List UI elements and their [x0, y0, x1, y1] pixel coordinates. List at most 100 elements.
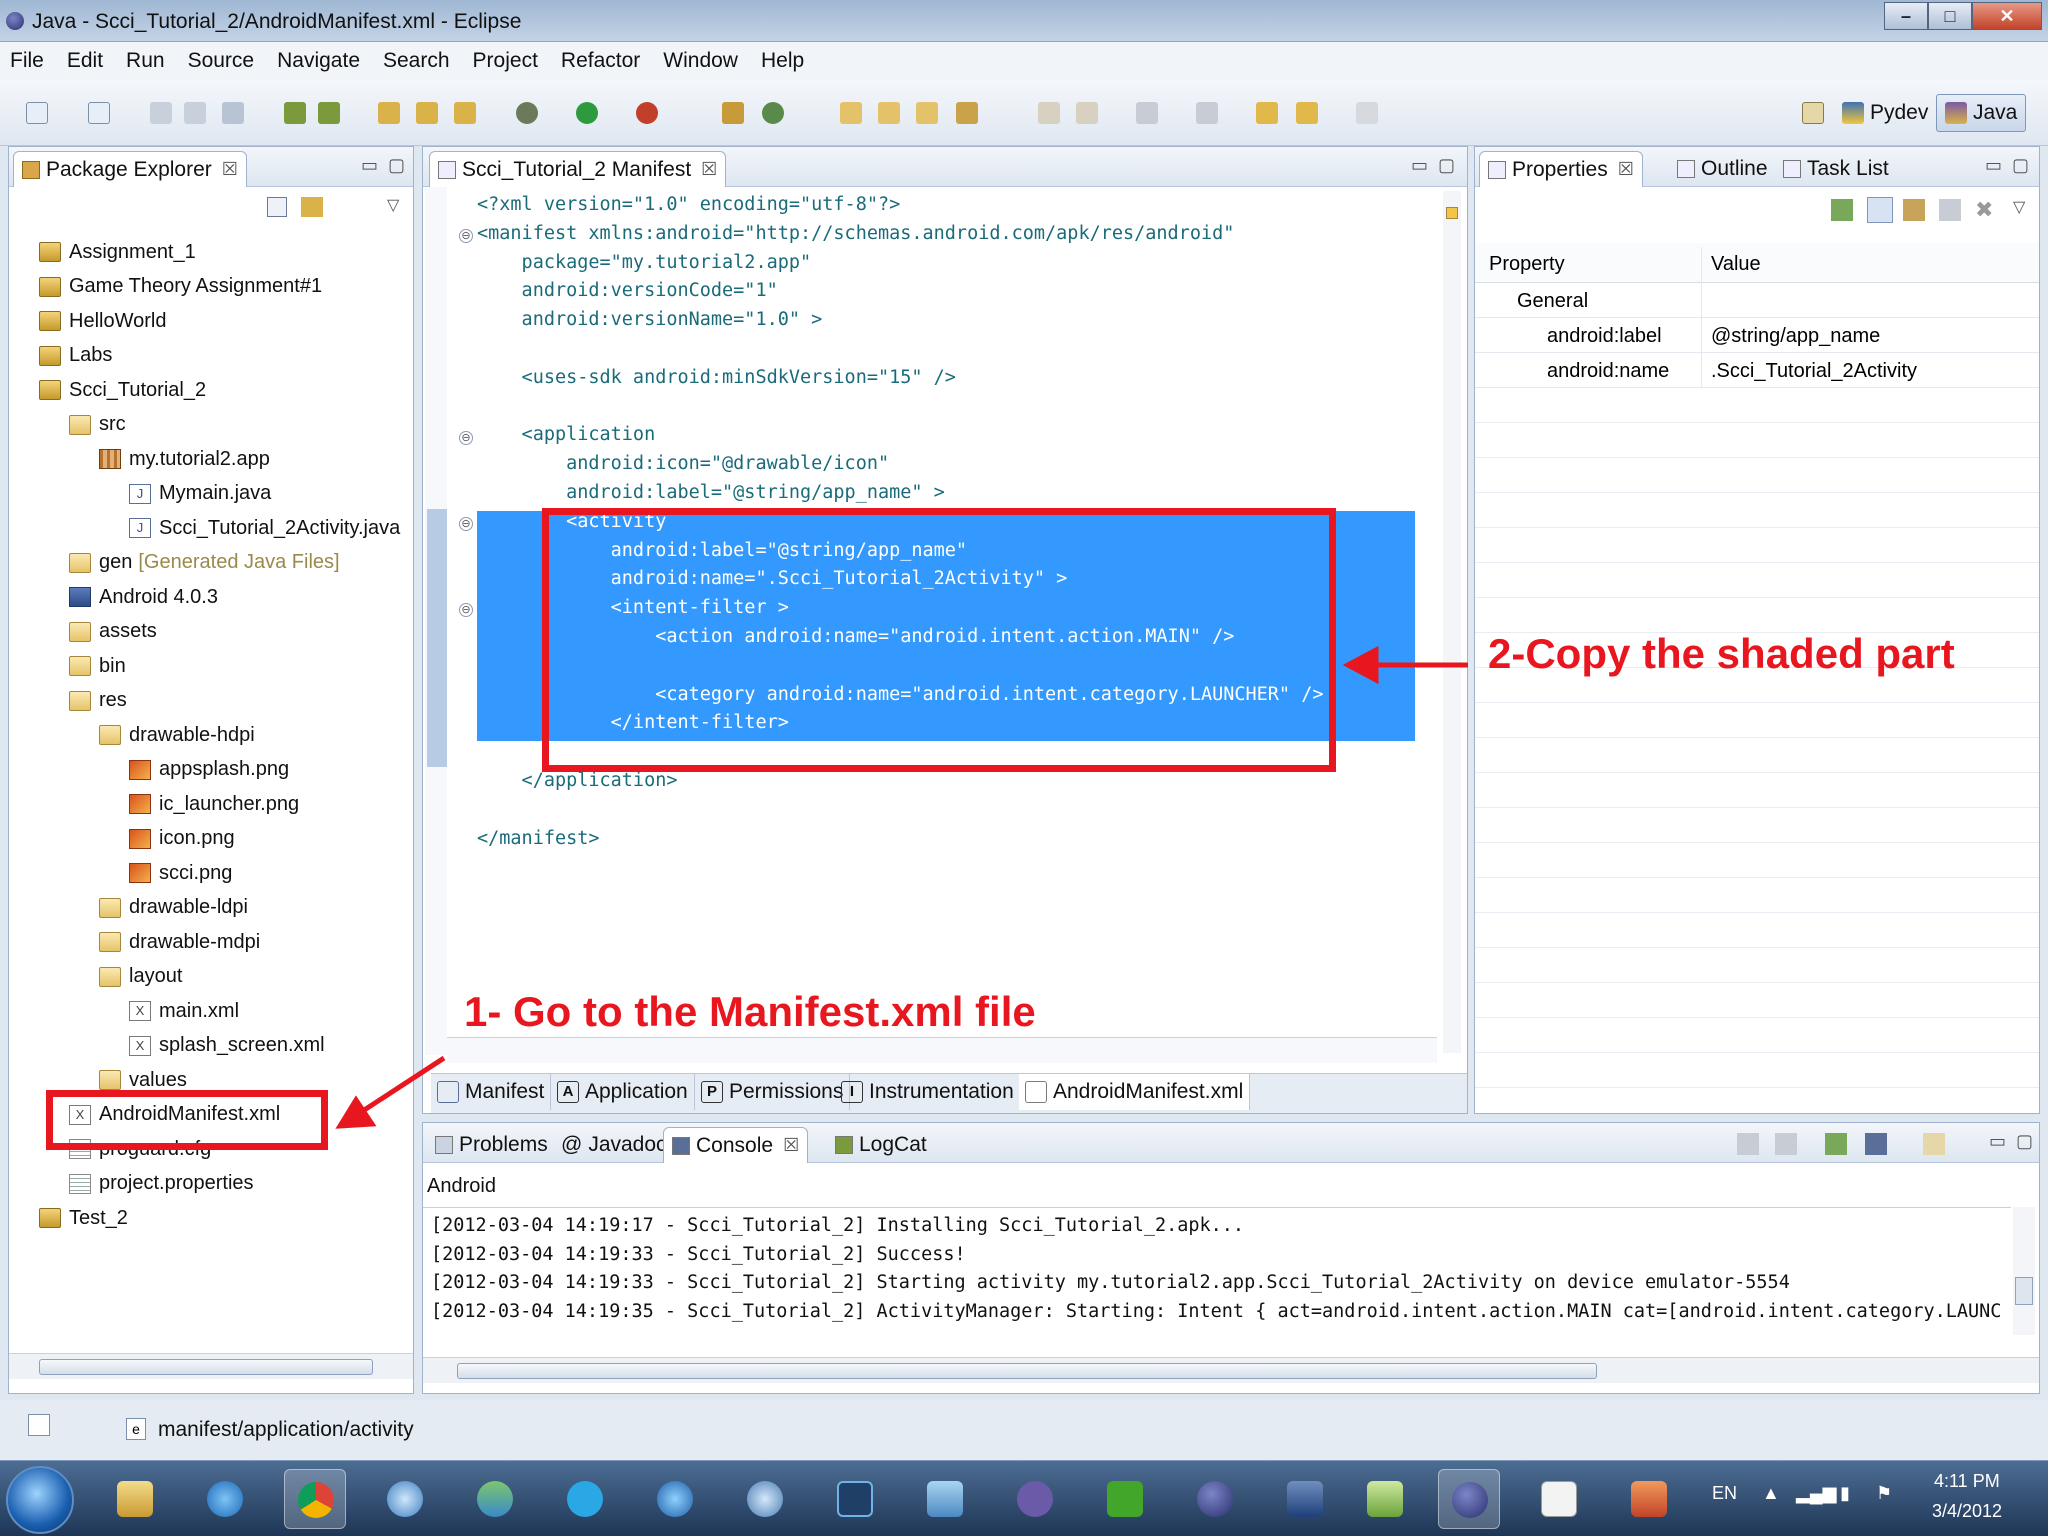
tree-item[interactable]: project.properties — [69, 1167, 254, 1201]
photoshop-taskbar-icon[interactable] — [824, 1469, 886, 1529]
save-all-icon[interactable] — [184, 102, 206, 124]
hscroll-thumb[interactable] — [39, 1359, 373, 1375]
messenger-taskbar-icon[interactable] — [464, 1469, 526, 1529]
minimize-maximize-icons[interactable]: ▭▢ — [1985, 155, 2039, 176]
view-menu-icon[interactable]: ▽ — [2013, 197, 2025, 217]
minimize-maximize-icons[interactable]: ▭▢ — [1989, 1131, 2043, 1152]
back-icon[interactable] — [1296, 102, 1318, 124]
open-perspective-icon[interactable] — [878, 102, 900, 124]
new-java-class-icon[interactable] — [416, 102, 438, 124]
fold-toggle-intent-filter-icon[interactable]: ⊖ — [459, 603, 473, 617]
tree-item[interactable]: scci.png — [129, 856, 232, 890]
tree-item[interactable]: src — [69, 408, 126, 442]
link-with-editor-icon[interactable] — [301, 197, 323, 217]
previous-annotation-icon[interactable] — [1196, 102, 1218, 124]
vscroll-thumb[interactable] — [2015, 1277, 2033, 1305]
clear-console-icon[interactable] — [1737, 1133, 1759, 1155]
delete-icon[interactable]: ✖ — [1975, 197, 1993, 223]
new-android-project-icon[interactable] — [454, 102, 476, 124]
close-icon[interactable]: ☒ — [222, 159, 238, 180]
visual-studio-taskbar-icon[interactable] — [1004, 1469, 1066, 1529]
menu-refactor[interactable]: Refactor — [561, 49, 640, 73]
restore-default-icon[interactable] — [1939, 199, 1961, 221]
fold-toggle-manifest-icon[interactable]: ⊖ — [459, 229, 473, 243]
editor-hscroll[interactable] — [447, 1037, 1437, 1063]
menu-project[interactable]: Project — [473, 49, 538, 73]
network-app-taskbar-icon[interactable] — [1274, 1469, 1336, 1529]
tree-item[interactable]: bin — [69, 649, 126, 683]
pin-icon[interactable] — [1831, 199, 1853, 221]
debug-icon[interactable] — [516, 102, 538, 124]
open-type-icon[interactable] — [722, 102, 744, 124]
tree-item[interactable]: Assignment_1 — [39, 235, 196, 269]
tab-properties[interactable]: Properties ☒ — [1479, 151, 1643, 187]
menu-source[interactable]: Source — [188, 49, 255, 73]
console-hscroll[interactable] — [423, 1357, 2039, 1383]
pen-icon[interactable] — [956, 102, 978, 124]
tree-item[interactable]: icon.png — [129, 822, 235, 856]
hscroll-thumb[interactable] — [457, 1363, 1597, 1379]
view-menu-icon[interactable]: ▽ — [387, 195, 399, 215]
internet-explorer-taskbar-icon[interactable] — [194, 1469, 256, 1529]
tree-item[interactable]: Scci_Tutorial_2 — [39, 373, 206, 407]
tab-android-manifest-xml[interactable]: AndroidManifest.xml — [1019, 1074, 1251, 1110]
maximize-button[interactable]: □ — [1928, 2, 1972, 30]
fast-view-icon[interactable] — [28, 1414, 50, 1436]
clock-date[interactable]: 3/4/2012 — [1932, 1501, 2002, 1522]
tree-item[interactable]: layout — [99, 960, 182, 994]
android-sdk-manager-icon[interactable] — [284, 102, 306, 124]
tree-item[interactable]: assets — [69, 615, 157, 649]
tray-arrow-icon[interactable]: ▲ — [1762, 1483, 1780, 1504]
tree-item[interactable]: my.tutorial2.app — [99, 442, 270, 476]
scroll-lock-icon[interactable] — [1775, 1133, 1797, 1155]
tree-item[interactable]: drawable-mdpi — [99, 925, 260, 959]
properties-group-general[interactable]: General — [1475, 283, 2039, 318]
flag-icon[interactable]: ⚑ — [1876, 1483, 1892, 1504]
tree-item[interactable]: J Scci_Tutorial_2Activity.java — [129, 511, 400, 545]
safari-taskbar-icon[interactable] — [374, 1469, 436, 1529]
fold-toggle-activity-icon[interactable]: ⊖ — [459, 517, 473, 531]
menu-search[interactable]: Search — [383, 49, 450, 73]
open-perspective-button[interactable] — [1802, 102, 1824, 124]
minimize-maximize-icons[interactable]: ▭▢ — [1411, 155, 1465, 176]
property-row[interactable]: android:label @string/app_name — [1475, 318, 2039, 353]
tab-editor-manifest[interactable]: Scci_Tutorial_2 Manifest ☒ — [429, 151, 727, 187]
tree-item[interactable]: drawable-hdpi — [99, 718, 255, 752]
close-icon[interactable]: ☒ — [783, 1135, 799, 1156]
tree-item[interactable]: J Mymain.java — [129, 477, 271, 511]
tab-manifest[interactable]: Manifest — [431, 1074, 552, 1110]
package-explorer-hscroll[interactable] — [9, 1353, 413, 1379]
chrome-taskbar-icon[interactable] — [284, 1469, 346, 1529]
clock-time[interactable]: 4:11 PM — [1934, 1471, 2000, 1492]
tab-task-list[interactable]: Task List — [1775, 151, 1897, 187]
print-icon[interactable] — [222, 102, 244, 124]
tree-item[interactable]: appsplash.png — [129, 753, 289, 787]
new-icon[interactable] — [26, 102, 48, 124]
forward-icon[interactable] — [1356, 102, 1378, 124]
tree-item[interactable]: res — [69, 684, 127, 718]
tab-problems[interactable]: Problems — [427, 1127, 556, 1163]
tree-item[interactable]: Labs — [39, 339, 112, 373]
tree-item[interactable]: Game Theory Assignment#1 — [39, 270, 322, 304]
folder-app-taskbar-icon[interactable] — [1354, 1469, 1416, 1529]
external-tools-icon[interactable] — [636, 102, 658, 124]
minimize-maximize-icons[interactable]: ▭▢ — [361, 155, 415, 176]
tree-item[interactable]: drawable-ldpi — [99, 891, 248, 925]
windows-start-button[interactable] — [6, 1466, 74, 1534]
picture-viewer-taskbar-icon[interactable] — [914, 1469, 976, 1529]
perspective-pydev[interactable]: Pydev — [1834, 94, 1936, 132]
tab-package-explorer[interactable]: Package Explorer ☒ — [13, 151, 247, 187]
document-taskbar-icon[interactable] — [1528, 1469, 1590, 1529]
menu-navigate[interactable]: Navigate — [277, 49, 360, 73]
tab-logcat[interactable]: LogCat — [827, 1127, 935, 1163]
open-file-icon[interactable] — [916, 102, 938, 124]
tree-item[interactable]: Xsplash_screen.xml — [129, 1029, 325, 1063]
tab-console[interactable]: Console ☒ — [663, 1127, 809, 1163]
close-button[interactable]: ✕ — [1972, 2, 2042, 30]
explorer-taskbar-icon[interactable] — [104, 1469, 166, 1529]
itunes-taskbar-icon[interactable] — [644, 1469, 706, 1529]
tab-instrumentation[interactable]: I Instrumentation — [835, 1074, 1021, 1110]
tree-item[interactable]: Test_2 — [39, 1201, 128, 1235]
run-icon[interactable] — [576, 102, 598, 124]
tree-item[interactable]: Android 4.0.3 — [69, 580, 218, 614]
